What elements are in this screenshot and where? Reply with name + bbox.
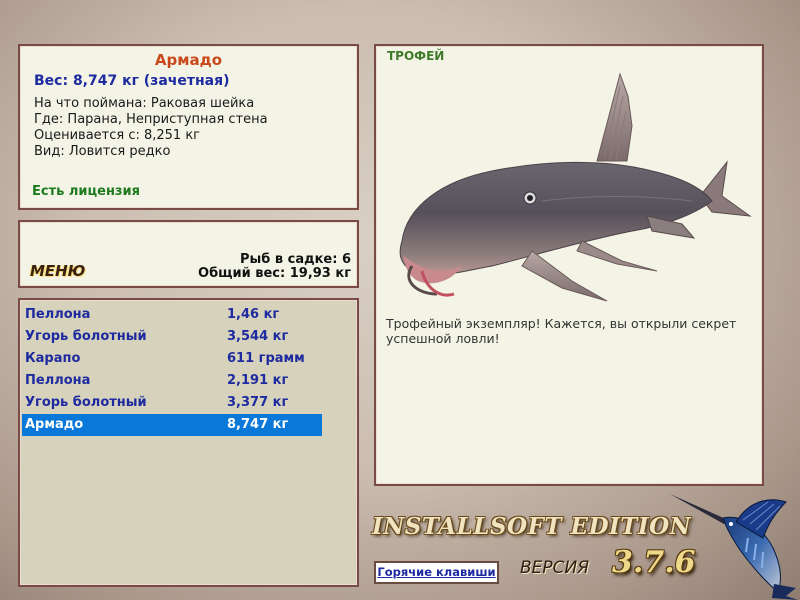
list-item-name: Угорь болотный	[25, 329, 147, 344]
location-line: Где: Парана, Неприступная стена	[34, 112, 268, 127]
list-item-weight: 611 грамм	[227, 351, 305, 366]
bait-line: На что поймана: Раковая шейка	[34, 96, 255, 111]
fish-info-panel: Армадо Вес: 8,747 кг (зачетная) На что п…	[18, 44, 359, 210]
list-item-name: Угорь болотный	[25, 395, 147, 410]
trophy-panel: ТРОФЕЙ Трофейный экземпляр! Кажется, вы …	[374, 44, 764, 486]
list-item[interactable]: Угорь болотный 3,544 кг	[22, 326, 322, 348]
list-item[interactable]: Карапо 611 грамм	[22, 348, 322, 370]
catfish-image	[399, 72, 752, 302]
list-item[interactable]: Пеллона 2,191 кг	[22, 370, 322, 392]
trophy-description: Трофейный экземпляр! Кажется, вы открыли…	[386, 316, 737, 346]
license-status: Есть лицензия	[32, 184, 140, 199]
hotkeys-button[interactable]: Горячие клавиши	[374, 561, 499, 584]
list-item-weight: 3,544 кг	[227, 329, 289, 344]
fish-name: Армадо	[154, 51, 223, 69]
catch-list: Пеллона 1,46 кг Угорь болотный 3,544 кг …	[18, 298, 359, 587]
list-item-name: Армадо	[25, 417, 84, 432]
rarity-line: Вид: Ловится редко	[34, 144, 171, 159]
trophy-title: ТРОФЕЙ	[387, 49, 445, 63]
keepnet-total-weight: Общий вес: 19,93 кг	[198, 266, 351, 281]
marlin-logo-icon	[670, 494, 798, 600]
list-item-name: Пеллона	[25, 373, 91, 388]
keepnet-count: Рыб в садке: 6	[239, 252, 351, 267]
version-label: ВЕРСИЯ	[520, 558, 590, 578]
list-item-name: Карапо	[25, 351, 81, 366]
list-item-weight: 1,46 кг	[227, 307, 280, 322]
list-item-selected[interactable]: Армадо 8,747 кг	[22, 414, 322, 436]
menu-button[interactable]: МЕНЮ	[30, 262, 85, 280]
keepnet-panel: МЕНЮ Рыб в садке: 6 Общий вес: 19,93 кг	[18, 220, 359, 288]
list-item[interactable]: Угорь болотный 3,377 кг	[22, 392, 322, 414]
list-item-weight: 3,377 кг	[227, 395, 289, 410]
edition-logo-text: INSTALLSOFT EDITION	[372, 513, 692, 540]
list-item-weight: 8,747 кг	[227, 417, 289, 432]
value-line: Оценивается с: 8,251 кг	[34, 128, 201, 143]
list-item[interactable]: Пеллона 1,46 кг	[22, 304, 322, 326]
fish-weight: Вес: 8,747 кг (зачетная)	[34, 73, 230, 89]
list-item-weight: 2,191 кг	[227, 373, 289, 388]
list-item-name: Пеллона	[25, 307, 91, 322]
